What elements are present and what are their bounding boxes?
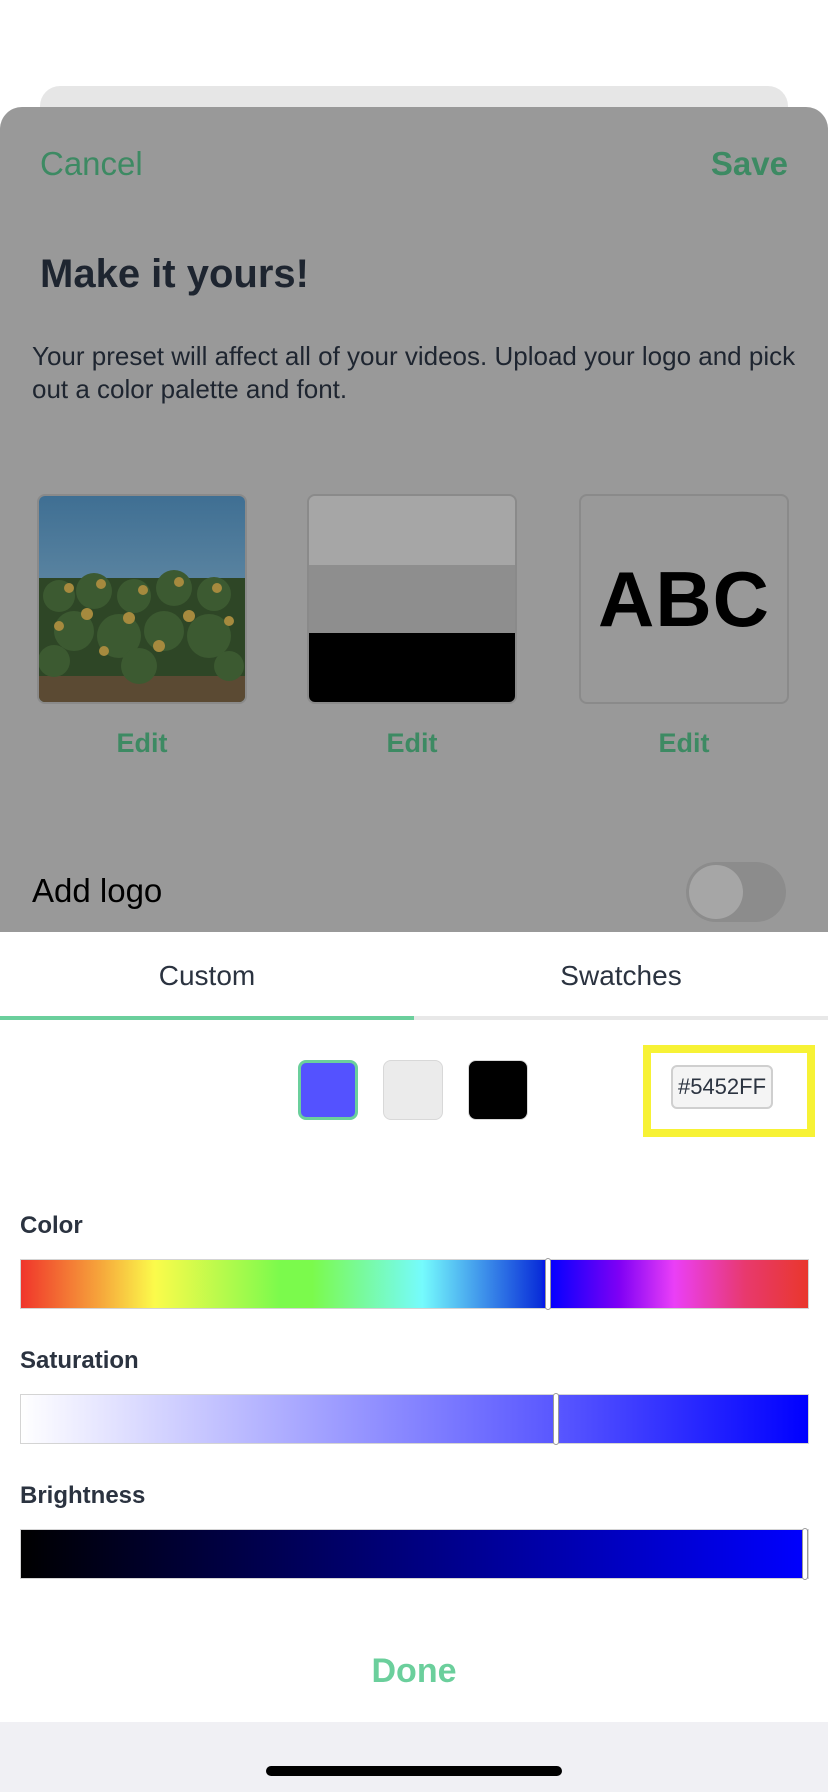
tab-custom[interactable]: Custom xyxy=(0,932,414,1020)
page-description: Your preset will affect all of your vide… xyxy=(32,341,796,404)
edit-font-button[interactable]: Edit xyxy=(579,728,789,759)
color-palette-tile[interactable] xyxy=(307,494,517,704)
bottom-bar xyxy=(0,1722,828,1792)
page-title: Make it yours! xyxy=(40,252,309,296)
palette-color-3 xyxy=(309,633,515,702)
edit-logo-button[interactable]: Edit xyxy=(37,728,247,759)
tab-swatches[interactable]: Swatches xyxy=(414,932,828,1020)
palette-color-2 xyxy=(309,564,515,634)
swatch-black[interactable] xyxy=(468,1060,528,1120)
saturation-label: Saturation xyxy=(20,1347,139,1374)
swatch-light-gray[interactable] xyxy=(383,1060,443,1120)
logo-tile[interactable] xyxy=(37,494,247,704)
saturation-slider[interactable] xyxy=(20,1393,809,1445)
font-sample: ABC xyxy=(598,554,770,643)
palette-color-1 xyxy=(309,496,515,565)
logo-image xyxy=(39,496,245,702)
hue-slider-handle[interactable] xyxy=(545,1258,552,1310)
saturation-slider-handle[interactable] xyxy=(553,1393,560,1445)
brightness-slider-handle[interactable] xyxy=(802,1528,808,1580)
brightness-slider[interactable] xyxy=(20,1528,809,1580)
color-picker-panel: Custom Swatches #5452FF Color Saturation… xyxy=(0,932,828,1722)
brightness-label: Brightness xyxy=(20,1482,146,1509)
hex-highlight-box: #5452FF xyxy=(643,1045,815,1137)
active-tab-indicator xyxy=(0,1016,414,1020)
add-logo-label: Add logo xyxy=(32,872,163,909)
done-button[interactable]: Done xyxy=(0,1652,828,1691)
toggle-knob xyxy=(689,865,743,919)
hex-input[interactable]: #5452FF xyxy=(671,1065,773,1109)
color-label: Color xyxy=(20,1212,83,1239)
save-button[interactable]: Save xyxy=(711,145,788,183)
hue-slider[interactable] xyxy=(20,1258,809,1310)
font-tile[interactable]: ABC xyxy=(579,494,789,704)
add-logo-toggle[interactable] xyxy=(686,862,786,922)
home-indicator xyxy=(266,1766,562,1776)
swatch-selected[interactable] xyxy=(298,1060,358,1120)
cancel-button[interactable]: Cancel xyxy=(40,145,143,183)
edit-colors-button[interactable]: Edit xyxy=(307,728,517,759)
